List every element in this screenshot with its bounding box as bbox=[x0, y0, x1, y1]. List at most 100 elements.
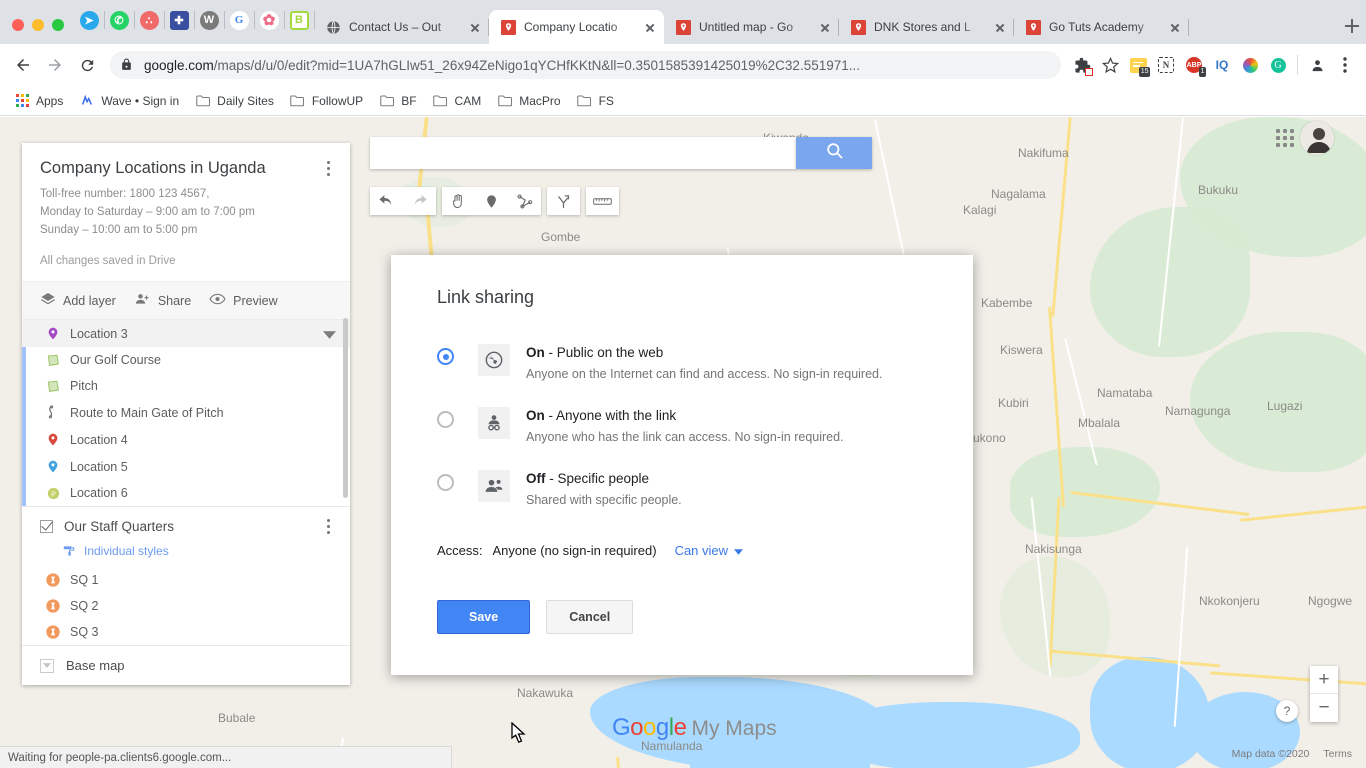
window-controls bbox=[0, 19, 74, 44]
maximize-window-button[interactable] bbox=[52, 19, 64, 31]
sharing-option-2[interactable]: Off - Specific people Shared with specifi… bbox=[391, 470, 973, 533]
browser-tab-1[interactable]: Company Locatio bbox=[489, 10, 664, 44]
address-bar[interactable]: google.com/maps/d/u/0/edit?mid=1UA7hGLIw… bbox=[110, 51, 1061, 79]
browser-tab-2[interactable]: Untitled map - Go bbox=[664, 10, 839, 44]
permission-label: Can view bbox=[674, 543, 729, 558]
browser-window: ➤ ✆ ∴ ✚ W G ✿ B Contact Us – Out Company Locatio… bbox=[0, 0, 1366, 768]
sharing-option-title: On - Anyone with the link bbox=[526, 408, 676, 423]
profile-avatar-icon[interactable] bbox=[1304, 52, 1330, 78]
save-button[interactable]: Save bbox=[437, 600, 531, 634]
tab-close-icon[interactable] bbox=[992, 19, 1008, 35]
bookmark-icon bbox=[433, 93, 449, 109]
permission-dropdown[interactable]: Can view bbox=[674, 543, 744, 558]
notes-extension-icon[interactable]: 15 bbox=[1125, 52, 1151, 78]
folder-icon bbox=[379, 95, 394, 107]
access-value: Anyone (no sign-in required) bbox=[492, 543, 657, 558]
sharing-option-title: On - Public on the web bbox=[526, 345, 663, 360]
tab-favicon-mymaps-icon bbox=[675, 19, 691, 35]
bookmark-label: Daily Sites bbox=[217, 93, 274, 108]
sharing-option-desc: Shared with specific people. bbox=[526, 493, 682, 507]
bookmark-macpro[interactable]: MacPro bbox=[491, 90, 568, 112]
openai-icon: ✿ bbox=[259, 10, 279, 30]
pinned-tab-bitly[interactable]: B bbox=[284, 5, 315, 35]
google-icon: G bbox=[229, 10, 249, 30]
tab-close-icon[interactable] bbox=[817, 19, 833, 35]
bookmark-fs[interactable]: FS bbox=[571, 90, 622, 112]
pinned-tab-openai[interactable]: ✿ bbox=[254, 5, 285, 35]
pinned-tab-whatsapp[interactable]: ✆ bbox=[104, 5, 135, 35]
toolbar-divider bbox=[1297, 55, 1298, 75]
globe-icon bbox=[478, 344, 510, 376]
tab-close-icon[interactable] bbox=[642, 19, 658, 35]
sharing-option-radio[interactable] bbox=[437, 474, 454, 491]
iq-extension-icon[interactable]: IQ bbox=[1209, 52, 1235, 78]
bookmark-wave-sign-in[interactable]: Wave • Sign in bbox=[73, 90, 187, 112]
tab-title: Company Locatio bbox=[524, 20, 618, 34]
browser-tab-3[interactable]: DNK Stores and L bbox=[839, 10, 1014, 44]
tab-close-icon[interactable] bbox=[467, 19, 483, 35]
mouse-cursor bbox=[511, 721, 526, 749]
pinned-tab-addon[interactable]: ✚ bbox=[164, 5, 195, 35]
folder-icon bbox=[577, 95, 592, 107]
bookmark-cam[interactable]: CAM bbox=[427, 90, 490, 112]
bookmark-icon bbox=[290, 93, 306, 109]
tab-close-icon[interactable] bbox=[1167, 19, 1183, 35]
forward-button[interactable] bbox=[40, 50, 70, 80]
tab-list: Contact Us – Out Company Locatio Untitled … bbox=[314, 10, 1331, 44]
bookmark-star-icon[interactable] bbox=[1097, 52, 1123, 78]
browser-tab-0[interactable]: Contact Us – Out bbox=[314, 10, 489, 44]
folder-icon bbox=[290, 95, 305, 107]
reload-button[interactable] bbox=[72, 50, 102, 80]
sharing-option-1[interactable]: On - Anyone with the link Anyone who has … bbox=[391, 407, 973, 470]
bookmark-label: Apps bbox=[36, 93, 64, 108]
bitly-icon: B bbox=[289, 10, 309, 30]
sharing-option-0[interactable]: On - Public on the web Anyone on the Inte… bbox=[391, 344, 973, 407]
bookmark-label: Wave • Sign in bbox=[101, 93, 180, 108]
person-link-icon bbox=[478, 407, 510, 439]
access-label: Access: bbox=[437, 543, 483, 558]
pinned-tabs: ➤ ✆ ∴ ✚ W G ✿ B bbox=[74, 5, 315, 44]
cancel-button[interactable]: Cancel bbox=[546, 600, 634, 634]
sharing-option-desc: Anyone on the Internet can find and acce… bbox=[526, 367, 883, 381]
bookmark-label: BF bbox=[401, 93, 417, 108]
sharing-option-title: Off - Specific people bbox=[526, 471, 649, 486]
bookmark-label: MacPro bbox=[519, 93, 561, 108]
addon-icon: ✚ bbox=[169, 10, 189, 30]
minimize-window-button[interactable] bbox=[32, 19, 44, 31]
pinned-tab-telegram[interactable]: ➤ bbox=[74, 5, 105, 35]
back-button[interactable] bbox=[8, 50, 38, 80]
bookmark-apps[interactable]: Apps bbox=[8, 90, 71, 112]
bookmark-bf[interactable]: BF bbox=[373, 90, 424, 112]
sharing-options: On - Public on the web Anyone on the Inte… bbox=[391, 344, 973, 533]
tab-strip: ➤ ✆ ∴ ✚ W G ✿ B Contact Us – Out Company Locatio… bbox=[0, 0, 1366, 44]
tab-favicon-mymaps-icon bbox=[850, 19, 866, 35]
pinned-tab-google[interactable]: G bbox=[224, 5, 255, 35]
close-window-button[interactable] bbox=[12, 19, 24, 31]
sharing-option-radio[interactable] bbox=[437, 411, 454, 428]
pinned-tab-asana[interactable]: ∴ bbox=[134, 5, 165, 35]
tab-title: Contact Us – Out bbox=[349, 20, 442, 34]
people-icon bbox=[478, 470, 510, 502]
status-text: Waiting for people-pa.clients6.google.co… bbox=[8, 751, 232, 764]
folder-icon bbox=[195, 95, 210, 107]
bookmark-icon bbox=[195, 93, 211, 109]
browser-tab-4[interactable]: Go Tuts Academy bbox=[1014, 10, 1189, 44]
notion-clipper-icon[interactable]: N bbox=[1153, 52, 1179, 78]
bookmark-followup[interactable]: FollowUP bbox=[284, 90, 371, 112]
bookmark-icon bbox=[14, 93, 30, 109]
chrome-menu-icon[interactable] bbox=[1332, 52, 1358, 78]
color-wheel-extension-icon[interactable] bbox=[1237, 52, 1263, 78]
sharing-option-radio[interactable] bbox=[437, 348, 454, 365]
lock-icon bbox=[120, 58, 134, 72]
extensions-puzzle-icon[interactable] bbox=[1069, 52, 1095, 78]
new-tab-button[interactable] bbox=[1338, 12, 1366, 40]
bookmark-daily-sites[interactable]: Daily Sites bbox=[189, 90, 282, 112]
adblock-icon[interactable]: ABP 1 bbox=[1181, 52, 1207, 78]
pinned-tab-wordpress[interactable]: W bbox=[194, 5, 225, 35]
asana-icon: ∴ bbox=[139, 10, 159, 30]
whatsapp-icon: ✆ bbox=[109, 10, 129, 30]
sharing-option-state: Off bbox=[526, 471, 546, 486]
bookmarks-bar: Apps Wave • Sign in Daily Sites FollowUP BF C… bbox=[0, 86, 1366, 116]
grammarly-icon[interactable]: G bbox=[1265, 52, 1291, 78]
folder-icon bbox=[433, 95, 448, 107]
